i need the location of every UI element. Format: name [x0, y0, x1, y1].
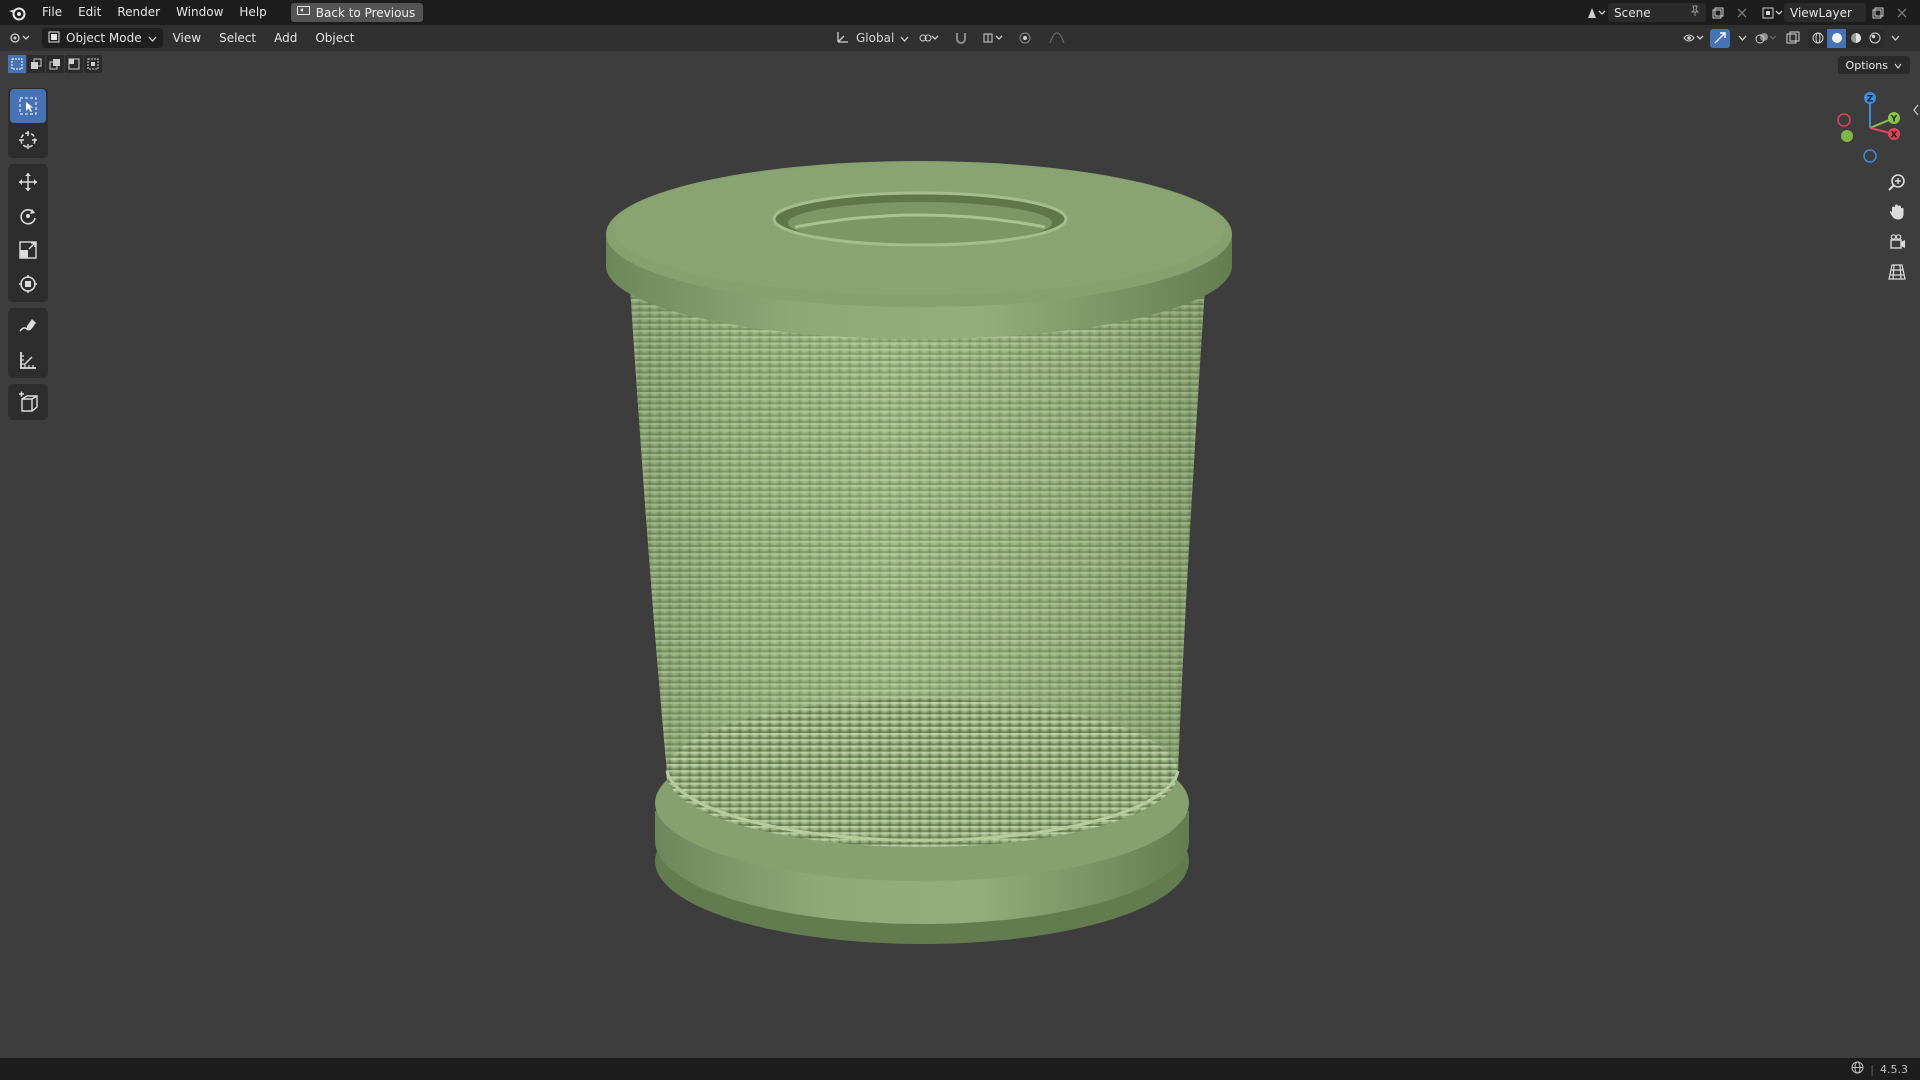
annotate-tool-icon[interactable] — [10, 309, 46, 343]
transform-orientation-label: Global — [856, 31, 895, 45]
view-layer-name: ViewLayer — [1790, 5, 1852, 20]
pivot-point-icon[interactable] — [917, 29, 941, 48]
options-label: Options — [1845, 58, 1888, 72]
perspective-toggle-icon[interactable] — [1882, 258, 1912, 286]
version-label: 4.5.3 — [1880, 1062, 1908, 1076]
gizmo-z-label: Z — [1867, 95, 1874, 105]
new-scene-icon[interactable] — [1706, 3, 1730, 22]
shading-options-chevron-icon[interactable] — [1888, 29, 1902, 48]
transform-tool-icon[interactable] — [10, 267, 46, 301]
select-intersect-icon[interactable] — [84, 55, 102, 73]
object-mode-icon — [48, 31, 60, 46]
zoom-icon[interactable] — [1882, 168, 1912, 196]
falloff-icon[interactable] — [1045, 29, 1069, 48]
shading-mode-group — [1808, 28, 1884, 48]
back-to-previous-button[interactable]: Back to Previous — [290, 3, 424, 22]
screen-icon — [296, 5, 310, 20]
snap-toggle-icon[interactable] — [949, 29, 973, 48]
material-preview-shading-icon[interactable] — [1846, 28, 1865, 48]
status-bar: | 4.5.3 — [0, 1058, 1920, 1080]
select-box-tool-icon[interactable] — [10, 89, 46, 123]
editor-type-icon[interactable] — [8, 29, 32, 48]
menu-select[interactable]: Select — [211, 31, 264, 45]
gizmo-options-chevron-icon[interactable] — [1734, 29, 1750, 48]
gizmo-toggle-icon[interactable] — [1710, 28, 1730, 48]
chevron-down-icon — [900, 31, 909, 45]
snap-target-icon[interactable] — [981, 29, 1005, 48]
camera-view-icon[interactable] — [1882, 228, 1912, 256]
menu-edit[interactable]: Edit — [70, 0, 109, 25]
select-extend-icon[interactable] — [27, 55, 45, 73]
orientation-axes-icon — [836, 30, 850, 47]
viewport-header: Object Mode View Select Add Object Globa… — [0, 25, 1920, 51]
select-new-icon[interactable] — [8, 55, 26, 73]
xray-toggle-icon[interactable] — [1782, 29, 1804, 48]
select-mode-group — [8, 55, 102, 73]
gizmo-x-label: X — [1891, 131, 1898, 141]
options-dropdown[interactable]: Options — [1837, 56, 1910, 74]
transform-orientation-dropdown[interactable]: Global — [836, 30, 909, 47]
select-subtract-icon[interactable] — [46, 55, 64, 73]
cursor-tool-icon[interactable] — [10, 123, 46, 157]
new-view-layer-icon[interactable] — [1866, 3, 1890, 22]
overlays-icon[interactable] — [1754, 29, 1778, 48]
scene-field[interactable]: Scene — [1608, 3, 1706, 22]
spool-top-flange — [606, 161, 1232, 339]
chevron-down-icon — [1894, 59, 1902, 72]
measure-tool-icon[interactable] — [10, 343, 46, 377]
move-tool-icon[interactable] — [10, 165, 46, 199]
mode-dropdown[interactable]: Object Mode — [42, 28, 163, 48]
blender-logo-icon[interactable] — [0, 0, 34, 25]
rotate-tool-icon[interactable] — [10, 199, 46, 233]
viewport-3d[interactable] — [0, 51, 1920, 1058]
top-bar: File Edit Render Window Help Back to Pre… — [0, 0, 1920, 25]
gizmo-neg-y-axis[interactable] — [1841, 130, 1853, 142]
scene-selector-icon[interactable] — [1584, 3, 1608, 22]
mode-label: Object Mode — [66, 31, 142, 45]
pan-hand-icon[interactable] — [1882, 198, 1912, 226]
menu-object[interactable]: Object — [307, 31, 362, 45]
gizmo-y-label: Y — [1890, 115, 1898, 125]
sidebar-toggle-icon[interactable] — [1912, 103, 1920, 117]
menu-window[interactable]: Window — [168, 0, 231, 25]
spool-wire-winding — [630, 286, 1205, 847]
chevron-down-icon — [148, 31, 157, 45]
delete-scene-icon[interactable] — [1730, 3, 1754, 22]
proportional-editing-icon[interactable] — [1013, 29, 1037, 48]
menu-add[interactable]: Add — [266, 31, 305, 45]
navigation-gizmo[interactable]: Z Y X — [1830, 88, 1910, 168]
rendered-shading-icon[interactable] — [1865, 28, 1884, 48]
scene-name: Scene — [1614, 5, 1651, 20]
back-to-previous-label: Back to Previous — [315, 5, 416, 20]
view-layer-selector-icon[interactable] — [1760, 3, 1784, 22]
gizmo-neg-z-axis[interactable] — [1863, 149, 1877, 163]
solid-shading-icon[interactable] — [1827, 28, 1846, 48]
wireframe-shading-icon[interactable] — [1808, 28, 1827, 48]
view-layer-field[interactable]: ViewLayer — [1784, 3, 1866, 22]
select-invert-icon[interactable] — [65, 55, 83, 73]
add-cube-tool-icon[interactable] — [10, 385, 46, 419]
menu-help[interactable]: Help — [231, 0, 274, 25]
pin-icon[interactable] — [1690, 5, 1700, 20]
menu-view[interactable]: View — [165, 31, 209, 45]
menu-render[interactable]: Render — [109, 0, 168, 25]
scale-tool-icon[interactable] — [10, 233, 46, 267]
visibility-icon[interactable] — [1682, 29, 1706, 48]
status-separator: | — [1870, 1062, 1874, 1076]
delete-view-layer-icon[interactable] — [1890, 3, 1914, 22]
gizmo-neg-x-axis[interactable] — [1837, 113, 1851, 127]
network-globe-icon — [1851, 1061, 1864, 1077]
tool-shelf — [8, 88, 48, 426]
menu-file[interactable]: File — [34, 0, 70, 25]
